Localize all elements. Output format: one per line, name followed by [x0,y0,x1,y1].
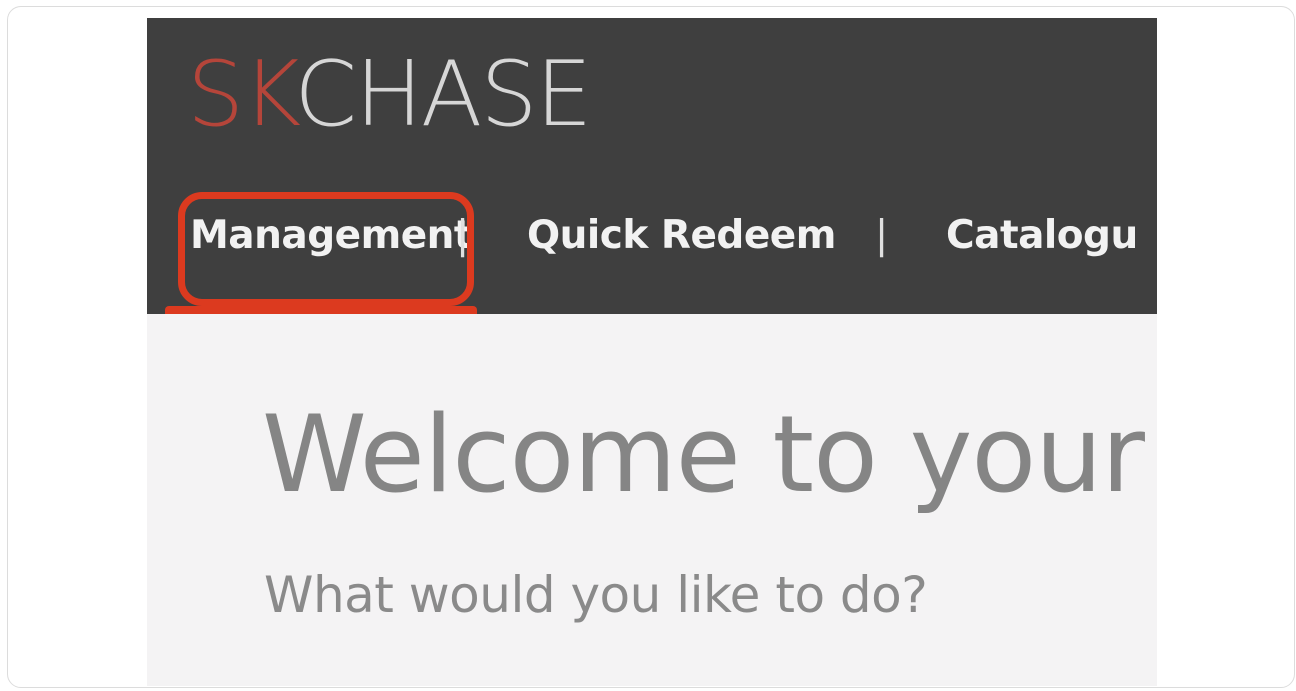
logo-text-chase: CHASE [294,42,592,147]
nav-separator: | [875,213,888,258]
main-nav: Management| Quick Redeem | Catalogu [190,206,1138,266]
screenshot-frame: SKCHASE Management| Quick Redeem | Catalogu… [7,6,1295,688]
active-nav-underline [165,306,477,314]
site-header: SKCHASE Management| Quick Redeem | Catalogu [147,18,1157,314]
nav-item-catalogue[interactable]: Catalogu [946,206,1138,266]
skchase-logo[interactable]: SKCHASE [187,50,592,140]
page-viewport: SKCHASE Management| Quick Redeem | Catalogu… [147,18,1157,686]
page-title: Welcome to your [262,393,1145,516]
page-subtitle: What would you like to do? [264,566,928,624]
nav-separator: | [456,213,469,258]
nav-item-management[interactable]: Management [190,206,473,266]
logo-text-sk: SK [187,42,296,147]
nav-item-quick-redeem[interactable]: Quick Redeem [527,206,875,266]
